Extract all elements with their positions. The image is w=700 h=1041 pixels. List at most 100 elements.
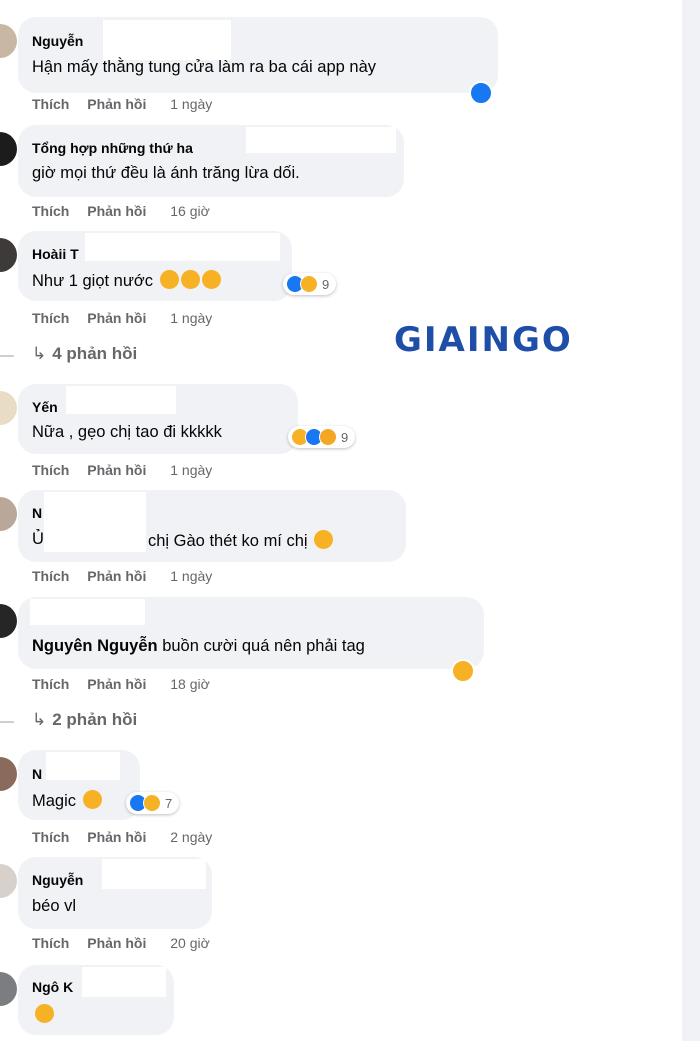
- reply-button[interactable]: Phản hồi: [87, 568, 146, 584]
- comment-bubble: [18, 17, 498, 93]
- comment-text-prefix: Ủ: [32, 530, 44, 548]
- reply-button[interactable]: Phản hồi: [87, 676, 146, 692]
- avatar[interactable]: [0, 497, 17, 531]
- comment-actions: Thích Phản hồi 1 ngày: [32, 462, 212, 482]
- avatar[interactable]: [0, 864, 17, 898]
- reaction-count: 9: [322, 276, 330, 292]
- comment-text: Nữa , gẹo chị tao đi kkkkk: [32, 423, 222, 441]
- comment-author[interactable]: N: [32, 766, 42, 782]
- timestamp[interactable]: 1 ngày: [170, 96, 212, 112]
- comment-text-value: chị Gào thét ko mí chị: [148, 532, 308, 550]
- reaction-count: 9: [341, 429, 349, 445]
- comment-text: Như 1 giọt nước: [32, 270, 221, 291]
- redaction: [66, 386, 176, 414]
- view-replies-link[interactable]: ↳ 4 phản hồi: [32, 344, 137, 364]
- haha-reaction-icon[interactable]: [451, 659, 475, 683]
- redaction: [82, 967, 166, 997]
- redaction: [85, 233, 280, 261]
- redaction: [44, 492, 146, 552]
- watermark-logo: GIAINGO: [394, 320, 573, 360]
- redaction: [46, 752, 120, 780]
- like-button[interactable]: Thích: [32, 676, 69, 692]
- like-button[interactable]: Thích: [32, 462, 69, 478]
- timestamp[interactable]: 20 giờ: [170, 935, 210, 951]
- reaction-count: 7: [165, 795, 173, 811]
- like-button[interactable]: Thích: [32, 310, 69, 326]
- rolling-laughing-emoji-icon: [314, 530, 334, 549]
- reply-arrow-icon: ↳: [32, 710, 47, 729]
- view-replies-link[interactable]: ↳ 2 phản hồi: [32, 710, 137, 730]
- pacman-emoji-icon: [35, 1004, 54, 1023]
- comment-actions: Thích Phản hồi 1 ngày: [32, 568, 212, 588]
- tagged-user-link[interactable]: Nguyên Nguyễn: [32, 637, 158, 655]
- replies-count: 4 phản hồi: [52, 344, 138, 363]
- like-button[interactable]: Thích: [32, 935, 69, 951]
- comment-actions: Thích Phản hồi 1 ngày: [32, 310, 212, 330]
- comment-author[interactable]: Nguyễn: [32, 872, 83, 888]
- redaction: [30, 599, 145, 625]
- comment-text: Nguyên Nguyễn buồn cười quá nên phải tag: [32, 637, 365, 656]
- thread-line: [0, 721, 14, 723]
- timestamp[interactable]: 1 ngày: [170, 310, 212, 326]
- comment-text: giờ mọi thứ đều là ánh trăng lừa dối.: [32, 164, 300, 182]
- reaction-summary[interactable]: 9: [283, 273, 337, 295]
- comment-actions: Thích Phản hồi 2 ngày: [32, 829, 212, 849]
- avatar[interactable]: [0, 24, 17, 58]
- avatar[interactable]: [0, 238, 17, 272]
- like-button[interactable]: Thích: [32, 203, 69, 219]
- reply-arrow-icon: ↳: [32, 344, 47, 363]
- redaction: [103, 20, 231, 60]
- avatar[interactable]: [0, 757, 17, 791]
- comment-text: chị Gào thét ko mí chị: [148, 530, 334, 551]
- comment-text-value: Magic: [32, 792, 77, 810]
- timestamp[interactable]: 2 ngày: [170, 829, 212, 845]
- timestamp[interactable]: 1 ngày: [170, 568, 212, 584]
- like-button[interactable]: Thích: [32, 568, 69, 584]
- comment-text: Hận mấy thằng tung cửa làm ra ba cái app…: [32, 58, 376, 76]
- comment-text: béo vl: [32, 897, 77, 915]
- redaction: [102, 859, 206, 889]
- rolling-laughing-emoji-icon: [82, 790, 102, 809]
- comment-text-value: Như 1 giọt nước: [32, 272, 153, 290]
- reply-button[interactable]: Phản hồi: [87, 829, 146, 845]
- avatar[interactable]: [0, 391, 17, 425]
- avatar[interactable]: [0, 132, 17, 166]
- haha-reaction-icon: [143, 794, 161, 812]
- comment-actions: Thích Phản hồi 1 ngày: [32, 96, 212, 116]
- redaction: [246, 127, 396, 153]
- reaction-summary[interactable]: 7: [126, 792, 180, 814]
- scrollbar-track[interactable]: [682, 0, 700, 1041]
- like-button[interactable]: Thích: [32, 96, 69, 112]
- grinning-sweat-emoji-icon: [180, 270, 200, 289]
- comment-actions: Thích Phản hồi 18 giờ: [32, 676, 210, 696]
- reply-button[interactable]: Phản hồi: [87, 310, 146, 326]
- avatar[interactable]: [0, 972, 17, 1006]
- grinning-sweat-emoji-icon: [159, 270, 179, 289]
- reaction-summary[interactable]: 9: [288, 426, 356, 448]
- like-reaction-icon[interactable]: [469, 81, 493, 105]
- reply-button[interactable]: Phản hồi: [87, 935, 146, 951]
- care-reaction-icon: [319, 428, 337, 446]
- comment-text: Magic: [32, 790, 102, 811]
- comment-author[interactable]: Hoàii T: [32, 246, 79, 262]
- replies-count: 2 phản hồi: [52, 710, 138, 729]
- timestamp[interactable]: 18 giờ: [170, 676, 210, 692]
- timestamp[interactable]: 16 giờ: [170, 203, 210, 219]
- comment-author[interactable]: Yến: [32, 399, 58, 415]
- reply-button[interactable]: Phản hồi: [87, 203, 146, 219]
- timestamp[interactable]: 1 ngày: [170, 462, 212, 478]
- haha-reaction-icon: [300, 275, 318, 293]
- like-button[interactable]: Thích: [32, 829, 69, 845]
- comment-author[interactable]: N: [32, 505, 42, 521]
- comment-actions: Thích Phản hồi 20 giờ: [32, 935, 210, 955]
- comment-text-value: buồn cười quá nên phải tag: [162, 637, 365, 655]
- thread-line: [0, 355, 14, 357]
- reply-button[interactable]: Phản hồi: [87, 96, 146, 112]
- comment-actions: Thích Phản hồi 16 giờ: [32, 203, 210, 223]
- avatar[interactable]: [0, 604, 17, 638]
- comment-author[interactable]: Tổng hợp những thứ ha: [32, 140, 193, 156]
- comment-author[interactable]: Ngô K: [32, 979, 73, 995]
- reply-button[interactable]: Phản hồi: [87, 462, 146, 478]
- comment-author[interactable]: Nguyễn: [32, 33, 83, 49]
- grinning-sweat-emoji-icon: [201, 270, 221, 289]
